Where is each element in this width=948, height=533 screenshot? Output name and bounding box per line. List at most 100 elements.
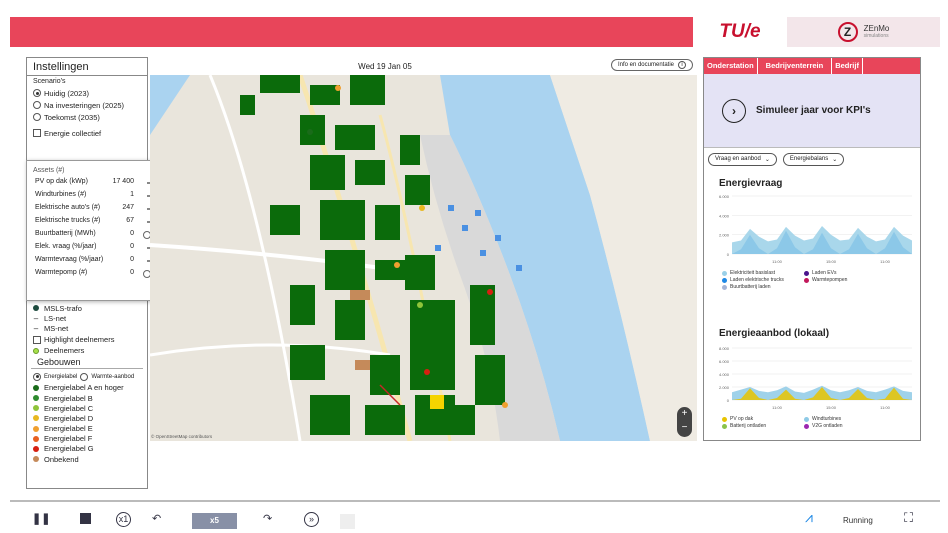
legend-participants: Deelnemers [27,346,147,356]
y-tick-label: 6.000 [719,194,730,199]
zoom-out-button[interactable]: − [677,421,692,435]
tab-onderstation[interactable]: Onderstation [704,58,758,74]
legend-dot-icon [722,416,727,422]
radio-button[interactable] [33,113,41,121]
step-button[interactable] [340,514,355,529]
asset-value: 0 [130,230,134,237]
x-tick-label: 11:00 [880,259,890,264]
chart-selectors: Vraag en aanbod ⌄ Energiebalans ⌄ [708,153,845,166]
y-tick-label: 2.000 [719,233,730,238]
chevron-right-icon: › [722,98,746,123]
zenmo-logo: Z ZEnMo simulations [787,17,940,47]
label-dot-icon [33,395,39,402]
legend-dot-icon [804,277,809,283]
zoom-control[interactable]: + − [677,407,692,437]
legend-label: Energielabel C [44,403,94,413]
grid-legend-item: – LS-net [27,313,147,323]
chevron-down-icon: ⌄ [764,157,770,163]
demand-supply-dropdown[interactable]: Vraag en aanbod ⌄ [708,153,777,166]
checkbox[interactable] [33,335,41,344]
y-tick-label: 0 [727,252,730,257]
top-bar: TU/e Z ZEnMo simulations [10,17,940,47]
energy-label-legend-item: Energielabel D [27,413,147,423]
info-icon: i [678,61,686,69]
legend-label: PV op dak [730,416,754,422]
legend-label: Energielabel D [44,413,94,423]
legend-label: Energielabel F [44,434,93,444]
zenmo-subtitle: simulations [863,33,889,39]
energy-label-legend-item: Energielabel E [27,424,147,434]
x-tick-label: 15:00 [826,405,837,410]
fullscreen-icon[interactable]: ⛶ [904,510,913,526]
scenario-option[interactable]: Huidig (2023) [27,87,147,99]
asset-value: 67 [126,217,134,224]
legend-dot-icon [722,284,727,290]
fast-forward-icon[interactable]: » [304,512,319,527]
legend-label: MSLS-trafo [44,303,82,313]
line-dash-icon: – [33,323,39,333]
chart-legend-item: Buurtbatterij laden [722,284,804,290]
energy-label-legend-item: Onbekend [27,454,147,464]
scenario-label: Huidig (2023) [44,88,90,98]
legend-dot-icon [722,423,727,429]
legend-label: Energielabel G [44,444,94,454]
scenario-option[interactable]: Na investeringen (2025) [27,99,147,111]
map-header: Wed 19 Jan 05 Info en documentatie i [150,57,697,75]
legend-label: Energielabel B [44,393,93,403]
slower-icon[interactable]: ↶ [152,512,161,525]
chevron-down-icon: ⌄ [832,157,838,163]
pause-icon[interactable]: ❚❚ [32,512,50,525]
simulate-year-button[interactable]: › Simuleer jaar voor KPI's [704,74,920,148]
map-canvas [150,75,697,441]
legend-dot-icon [804,423,809,429]
asset-value: 0 [130,269,134,276]
legend-label: Energielabel E [44,424,93,434]
y-tick-label: 4.000 [719,213,730,218]
label-dot-icon [33,425,39,432]
scenario-option[interactable]: Toekomst (2035) [27,111,147,123]
asset-value: 1 [130,191,134,198]
energy-label-legend-item: Energielabel C [27,403,147,413]
y-tick-label: 6.000 [719,359,730,364]
asset-label: PV op dak (kWp) [35,178,88,185]
label-dot-icon [33,415,39,422]
supply-chart: 8.000 6.000 4.000 2.000 0 11:00 15:00 11:00 [719,346,912,410]
legend-label: Warmtepompen [812,277,848,283]
building-mode-radios: Energielabel Warmte-aanbod [27,371,147,383]
simulation-date: Wed 19 Jan 05 [358,62,412,71]
label-dot-icon [33,405,39,412]
faster-icon[interactable]: ↷ [263,512,272,525]
speed-x1-icon[interactable]: x1 [116,512,131,527]
highlight-participants-toggle[interactable]: Highlight deelnemers [27,334,147,346]
playback-controls: ❚❚ x1 ↶ x5 ↷ » ⩘ Running ⛶ [28,509,928,533]
energy-label-legend-item: Energielabel F [27,434,147,444]
radio-warmte-aanbod[interactable] [80,372,89,381]
legend-label: Windturbines [812,416,842,422]
energy-collective-toggle[interactable]: Energie collectief [27,127,147,139]
legend-dot-icon [804,416,809,422]
radio-energielabel[interactable] [33,372,41,381]
participant-dot-icon [33,347,39,354]
legend-label: Onbekend [44,454,79,464]
checkbox[interactable] [33,129,41,137]
map-view[interactable] [150,75,697,441]
legend-label: Laden elektrische trucks [730,277,784,283]
demand-chart-title: Energievraag [719,178,783,189]
stop-icon[interactable] [80,513,91,524]
radio-button[interactable] [33,89,41,97]
energy-balance-dropdown[interactable]: Energiebalans ⌄ [782,153,845,166]
energy-label-legend-item: Energielabel A en hoger [27,383,147,393]
asset-label: Windturbines (#) [35,191,87,198]
x-tick-label: 11:00 [772,405,782,410]
tab-bedrijventerrein[interactable]: Bedrijventerrein [758,58,833,74]
info-documentation-button[interactable]: Info en documentatie i [610,59,693,71]
radio-button[interactable] [33,101,41,109]
legend-label: Energielabel A en hoger [44,383,124,393]
map-credit: © OpenStreetMap contributors [151,434,213,439]
tab-bedrijf[interactable]: Bedrijf [832,58,863,74]
zoom-in-button[interactable]: + [677,407,692,421]
legend-dot-icon [804,270,809,276]
energy-label-legend-item: Energielabel G [27,444,147,454]
x-tick-label: 11:00 [772,259,782,264]
label-dot-icon [33,435,39,442]
